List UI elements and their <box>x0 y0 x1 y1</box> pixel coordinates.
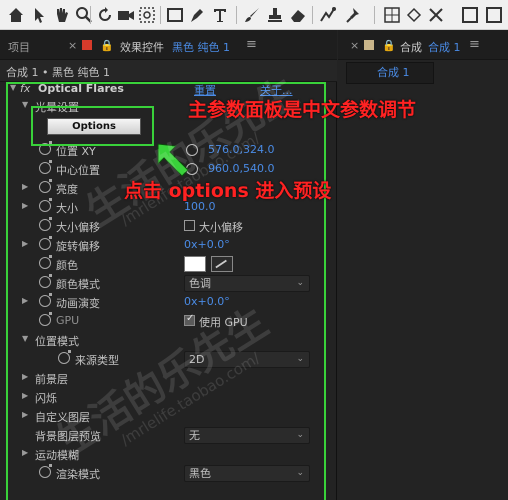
roto-brush-icon[interactable] <box>318 5 338 25</box>
tab-comp-name[interactable]: 合成 1 <box>428 39 461 55</box>
text-icon[interactable] <box>210 5 230 25</box>
pen-icon[interactable] <box>187 5 207 25</box>
zoom-icon[interactable] <box>74 5 94 25</box>
expand-icon[interactable] <box>484 5 504 25</box>
tab-layer-name[interactable]: 黑色 纯色 1 <box>172 39 230 55</box>
breadcrumb-label: 合成 1 • 黑色 纯色 1 <box>6 66 110 79</box>
close-tab-icon[interactable]: × <box>68 39 77 52</box>
lock-icon[interactable]: 🔒 <box>100 39 114 52</box>
options-button-highlight <box>31 106 154 146</box>
eraser-icon[interactable] <box>288 5 308 25</box>
comp-color-swatch <box>364 40 374 50</box>
selection-hand-icon[interactable] <box>52 5 72 25</box>
panel-menu-icon[interactable]: ≡ <box>246 37 257 52</box>
toolbar-divider <box>374 6 375 24</box>
breadcrumb: 合成 1 • 黑色 纯色 1 <box>0 60 337 82</box>
toolbar-divider <box>90 6 91 24</box>
tools-toolbar <box>0 0 508 30</box>
tab-project[interactable]: 项目 <box>8 39 30 55</box>
camera-icon[interactable] <box>116 5 136 25</box>
snap-icon[interactable] <box>404 5 424 25</box>
comp-sub-tab[interactable]: 合成 1 <box>346 62 434 84</box>
clone-stamp-icon[interactable] <box>265 5 285 25</box>
puppet-pin-icon[interactable] <box>344 5 364 25</box>
home-icon[interactable] <box>6 5 26 25</box>
composition-tab-bar: × 🔒 合成 合成 1 ≡ <box>338 30 508 60</box>
pan-behind-icon[interactable] <box>137 5 157 25</box>
workspace-toggle-icon[interactable] <box>460 5 480 25</box>
tab-effect-controls[interactable]: 效果控件 <box>120 39 164 55</box>
panel-menu-icon[interactable]: ≡ <box>469 37 480 52</box>
rectangle-icon[interactable] <box>165 5 185 25</box>
rotate-icon[interactable] <box>95 5 115 25</box>
panel-tab-bar: 项目 × 🔒 效果控件 黑色 纯色 1 ≡ <box>0 30 337 60</box>
toolbar-divider <box>312 6 313 24</box>
toolbar-divider <box>236 6 237 24</box>
effect-color-swatch <box>82 40 92 50</box>
axis-icon[interactable] <box>426 5 446 25</box>
hand-icon[interactable] <box>31 5 51 25</box>
grid-icon[interactable] <box>382 5 402 25</box>
close-tab-icon[interactable]: × <box>350 39 359 52</box>
main-panel-annotation: 主参数面板是中文参数调节 <box>188 99 417 121</box>
brush-icon[interactable] <box>242 5 262 25</box>
lock-icon[interactable]: 🔒 <box>382 39 396 52</box>
toolbar-divider <box>160 6 161 24</box>
options-annotation: 点击 options 进入预设 <box>124 180 332 202</box>
tab-composition[interactable]: 合成 <box>400 39 422 55</box>
